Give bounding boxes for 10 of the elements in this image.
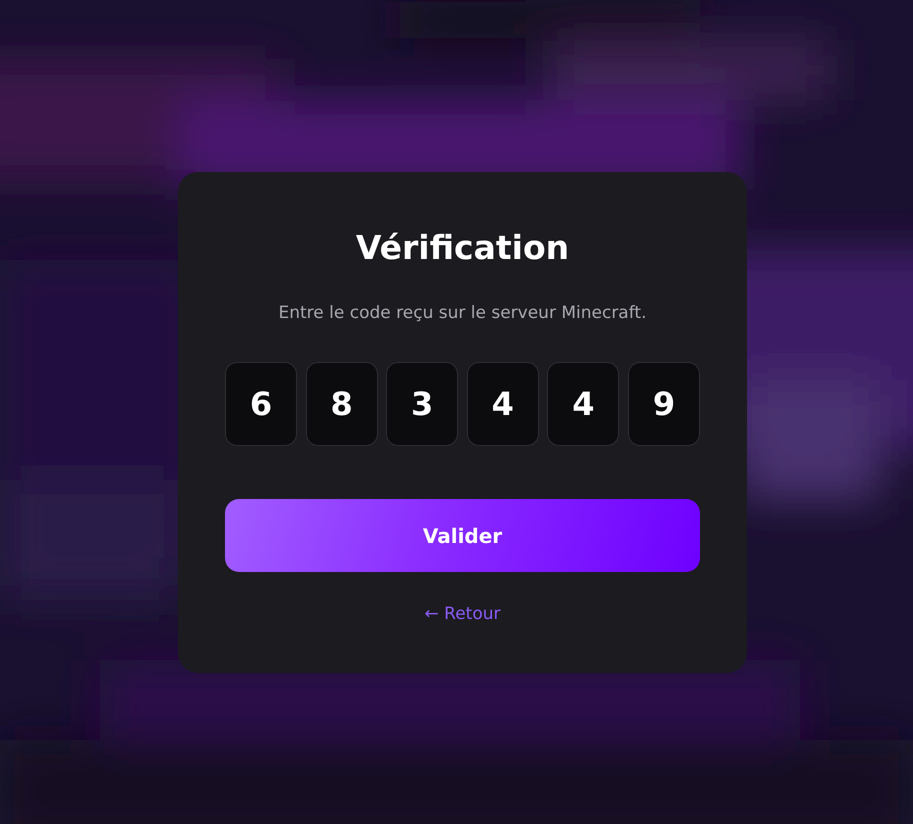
code-digit-field[interactable]: 8 [306,362,378,446]
code-digit-field[interactable]: 4 [466,362,539,446]
code-digit-field[interactable]: 9 [628,362,700,446]
code-digit-field[interactable]: 4 [547,362,620,446]
back-link[interactable]: ← Retour [424,602,500,626]
instruction-text: Entre le code reçu sur le serveur Minecraft. [278,302,648,325]
code-digit-field[interactable]: 6 [225,362,297,446]
card-title: Vérification [354,227,570,269]
validate-button[interactable]: Valider [225,499,700,572]
code-digit-field[interactable]: 3 [386,362,458,446]
